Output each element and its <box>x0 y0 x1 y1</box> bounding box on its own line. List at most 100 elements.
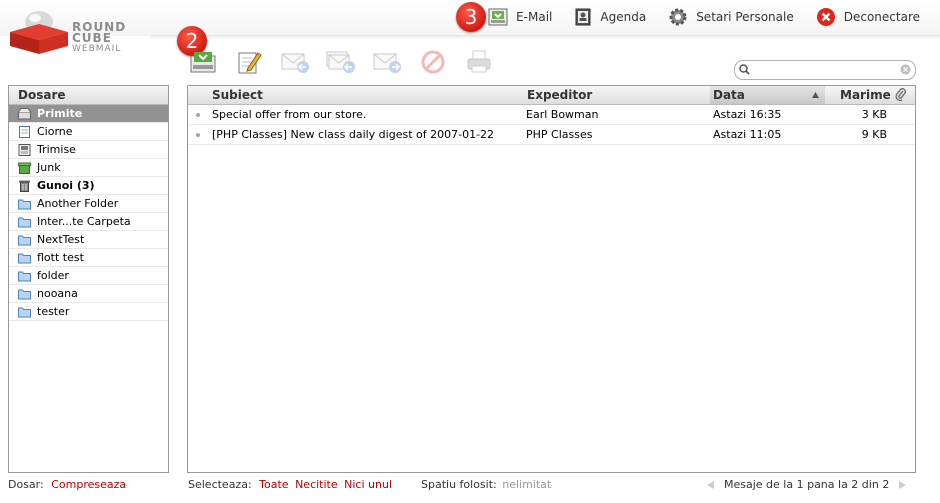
mail-icon <box>488 8 508 26</box>
callout-badge-3: 3 <box>456 2 486 32</box>
read-status-icon <box>196 133 200 137</box>
junk-icon <box>18 162 31 174</box>
select-label: Selecteaza: <box>188 478 252 491</box>
folder-icon <box>18 289 31 299</box>
folder-label: Another Folder <box>37 197 119 210</box>
select-none-link[interactable]: Nici unul <box>344 478 392 491</box>
forward-button[interactable] <box>372 48 402 76</box>
folder-inter-carpeta[interactable]: Inter...te Carpeta <box>9 213 168 231</box>
column-size[interactable]: Marime <box>840 86 891 104</box>
column-date[interactable]: Data <box>710 86 825 104</box>
taskbar-email[interactable]: E-Mail <box>488 6 552 28</box>
folder-drafts[interactable]: Ciorne <box>9 123 168 141</box>
column-date-label: Data <box>713 88 745 102</box>
folder-icon <box>18 271 31 281</box>
cube-logo-icon <box>10 11 68 54</box>
folder-sent[interactable]: Trimise <box>9 141 168 159</box>
folder-icon <box>18 199 31 209</box>
column-from[interactable]: Expeditor <box>527 86 592 104</box>
folder-list-header: Dosare <box>9 86 168 105</box>
delete-button[interactable] <box>418 48 448 76</box>
previous-page-icon[interactable] <box>707 480 714 489</box>
folder-label: Inter...te Carpeta <box>37 215 131 228</box>
reply-icon <box>281 53 309 73</box>
folder-nexttest[interactable]: NextTest <box>9 231 168 249</box>
reply-all-icon <box>326 51 355 73</box>
message-toolbar <box>188 48 510 76</box>
folder-icon <box>18 253 31 263</box>
quota-label: Spatiu folosit: <box>421 478 497 491</box>
folder-junk[interactable]: Junk <box>9 159 168 177</box>
compress-link[interactable]: Compreseaza <box>51 478 126 491</box>
message-row[interactable]: [PHP Classes] New class daily digest of … <box>188 125 915 145</box>
logo-line-2: CUBE <box>72 31 112 45</box>
column-subject[interactable]: Subiect <box>212 86 263 104</box>
taskbar-logout[interactable]: Deconectare <box>816 6 920 28</box>
folder-flott-test[interactable]: flott test <box>9 249 168 267</box>
print-button[interactable] <box>464 48 494 76</box>
folder-label: tester <box>37 305 70 318</box>
sent-icon <box>18 143 31 156</box>
message-row[interactable]: Special offer from our store. Earl Bowma… <box>188 105 915 125</box>
message-subject: Special offer from our store. <box>212 108 367 121</box>
paperclip-icon <box>895 88 906 102</box>
taskbar-agenda[interactable]: Agenda <box>574 6 646 28</box>
taskbar: E-Mail Agenda Setari Personale Deconecta… <box>466 6 920 28</box>
reply-all-button[interactable] <box>326 48 356 76</box>
addressbook-icon <box>575 8 591 26</box>
compose-icon <box>238 52 262 74</box>
folder-folder[interactable]: folder <box>9 267 168 285</box>
check-mail-button[interactable] <box>188 48 218 76</box>
print-icon <box>467 50 491 73</box>
check-mail-icon <box>190 52 216 73</box>
folder-trash[interactable]: Gunoi (3) <box>9 177 168 195</box>
search-icon <box>739 64 750 75</box>
search-input[interactable] <box>734 60 916 80</box>
message-size: 9 KB <box>861 128 887 141</box>
gear-icon <box>669 8 687 26</box>
message-from: Earl Bowman <box>526 108 599 121</box>
select-footer: Selecteaza: Toate Necitite Nici unul <box>188 478 392 491</box>
folder-footer: Dosar: Compreseaza <box>8 478 126 491</box>
folder-label: Junk <box>37 161 61 174</box>
clear-search-icon[interactable] <box>900 64 911 75</box>
folder-another-folder[interactable]: Another Folder <box>9 195 168 213</box>
folder-label: folder <box>37 269 69 282</box>
folder-tester[interactable]: tester <box>9 303 168 321</box>
compose-button[interactable] <box>234 48 264 76</box>
message-subject: [PHP Classes] New class daily digest of … <box>212 128 495 141</box>
taskbar-settings-label: Setari Personale <box>696 10 794 24</box>
message-count: Mesaje de la 1 pana la 2 din 2 <box>724 478 890 491</box>
drafts-icon <box>19 125 30 138</box>
message-date: Astazi 16:35 <box>713 108 782 121</box>
top-bar-shadow <box>150 35 940 39</box>
next-page-icon[interactable] <box>899 480 907 489</box>
sort-ascending-icon <box>812 92 819 98</box>
folder-icon <box>18 235 31 245</box>
logout-icon <box>816 8 835 26</box>
message-count-footer: Mesaje de la 1 pana la 2 din 2 <box>707 478 907 491</box>
attachment-column <box>895 88 907 106</box>
folder-nooana[interactable]: nooana <box>9 285 168 303</box>
taskbar-logout-label: Deconectare <box>843 10 920 24</box>
folder-label: Trimise <box>37 143 76 156</box>
select-all-link[interactable]: Toate <box>259 478 288 491</box>
logo-line-3: WEBMAIL <box>72 44 122 54</box>
folder-label: flott test <box>37 251 84 264</box>
folder-icon <box>18 217 31 227</box>
folder-list: Dosare Primite Ciorne Trimise Junk Gunoi… <box>8 85 169 473</box>
taskbar-agenda-label: Agenda <box>600 10 647 24</box>
select-unread-link[interactable]: Necitite <box>295 478 338 491</box>
taskbar-email-label: E-Mail <box>516 10 553 24</box>
forward-icon <box>373 53 401 73</box>
folder-inbox[interactable]: Primite <box>9 105 168 123</box>
taskbar-settings[interactable]: Setari Personale <box>668 6 794 28</box>
inbox-icon <box>18 107 31 119</box>
reply-button[interactable] <box>280 48 310 76</box>
delete-icon <box>421 50 445 74</box>
message-size: 3 KB <box>861 108 887 121</box>
message-date: Astazi 11:05 <box>713 128 782 141</box>
logo-text: ROUND CUBE WEBMAIL <box>72 21 126 55</box>
quota-footer: Spatiu folosit: nelimitat <box>421 478 551 491</box>
folder-label: Gunoi (3) <box>37 179 95 192</box>
